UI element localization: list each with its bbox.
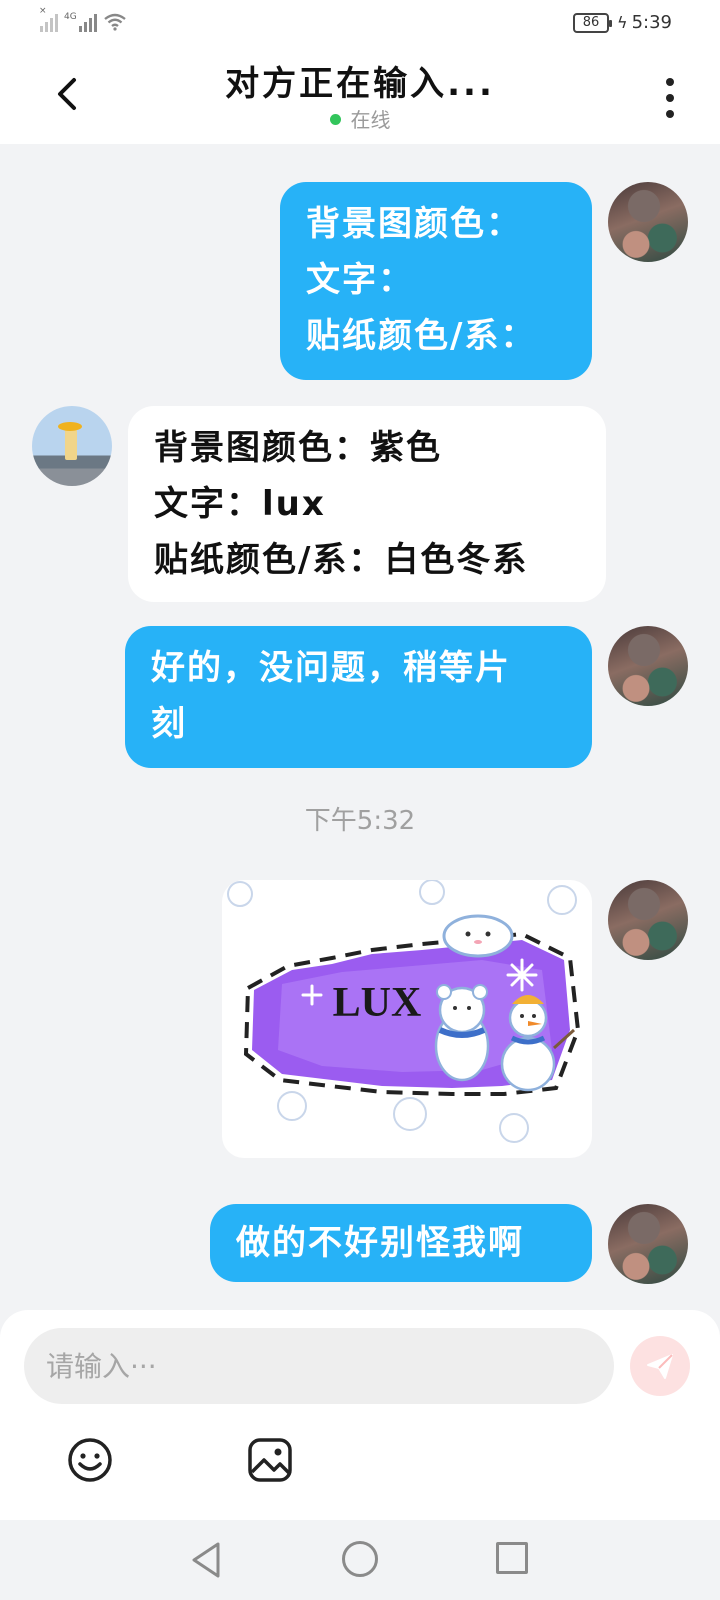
- message-timestamp: 下午5:32: [304, 806, 416, 836]
- chat-header: 对方正在输入... 在线: [0, 48, 720, 144]
- my-avatar[interactable]: [608, 182, 688, 262]
- message-input[interactable]: [24, 1328, 614, 1404]
- nav-back-icon[interactable]: [188, 1540, 224, 1580]
- message-bubble-3[interactable]: 好的，没问题，稍等片 刻: [125, 626, 592, 768]
- status-time: 5:39: [631, 12, 672, 33]
- system-nav-bar: [0, 1520, 720, 1600]
- image-message[interactable]: LUX: [222, 880, 592, 1158]
- battery-icon: 86: [573, 12, 613, 33]
- message-line: 文字：: [306, 260, 414, 300]
- emoji-icon[interactable]: [66, 1436, 114, 1484]
- message-line: 刻: [151, 704, 187, 744]
- signal-2-icon: [78, 12, 97, 32]
- chat-title: 对方正在输入...: [225, 64, 495, 104]
- my-avatar[interactable]: [608, 1204, 688, 1284]
- online-dot-icon: [329, 114, 341, 125]
- message-line: 贴纸颜色/系：: [306, 316, 537, 356]
- message-line: 贴纸颜色/系：白色冬系: [154, 540, 529, 580]
- message-line: 文字：lux: [154, 484, 326, 524]
- online-status-label: 在线: [350, 108, 391, 132]
- message-line: 做的不好别怪我啊: [236, 1223, 524, 1263]
- input-panel: [0, 1310, 720, 1520]
- message-bubble-5[interactable]: 做的不好别怪我啊: [210, 1204, 592, 1282]
- send-button[interactable]: [630, 1336, 690, 1396]
- sticker-image: LUX: [227, 880, 581, 1143]
- online-status: 在线: [0, 104, 720, 133]
- message-bubble-1[interactable]: 背景图颜色： 文字： 贴纸颜色/系：: [280, 182, 592, 380]
- my-avatar[interactable]: [608, 880, 688, 960]
- more-vertical-icon[interactable]: [664, 78, 676, 118]
- message-bubble-2[interactable]: 背景图颜色：紫色 文字：lux 贴纸颜色/系：白色冬系: [128, 406, 606, 602]
- send-icon: [647, 1354, 673, 1379]
- message-line: 好的，没问题，稍等片: [151, 648, 511, 688]
- status-right: 86 ϟ 5:39: [573, 12, 672, 33]
- my-avatar[interactable]: [608, 626, 688, 706]
- status-bar: × 4G 86 ϟ 5:39: [0, 0, 720, 48]
- status-left: × 4G: [39, 6, 127, 32]
- sticker-text: LUX: [333, 980, 422, 1026]
- network-type: 4G: [64, 12, 77, 22]
- image-icon[interactable]: [246, 1436, 294, 1484]
- signal-1-icon: ×: [39, 6, 58, 32]
- message-line: 背景图颜色：紫色: [154, 428, 442, 468]
- wifi-icon: [103, 13, 126, 31]
- bear-sticker: [434, 984, 490, 1082]
- cloud-sticker: [442, 914, 514, 958]
- charging-icon: ϟ: [617, 13, 628, 32]
- contact-avatar[interactable]: [32, 406, 112, 486]
- nav-home-icon[interactable]: [342, 1541, 378, 1577]
- nav-recent-icon[interactable]: [496, 1542, 528, 1574]
- message-line: 背景图颜色：: [306, 204, 522, 244]
